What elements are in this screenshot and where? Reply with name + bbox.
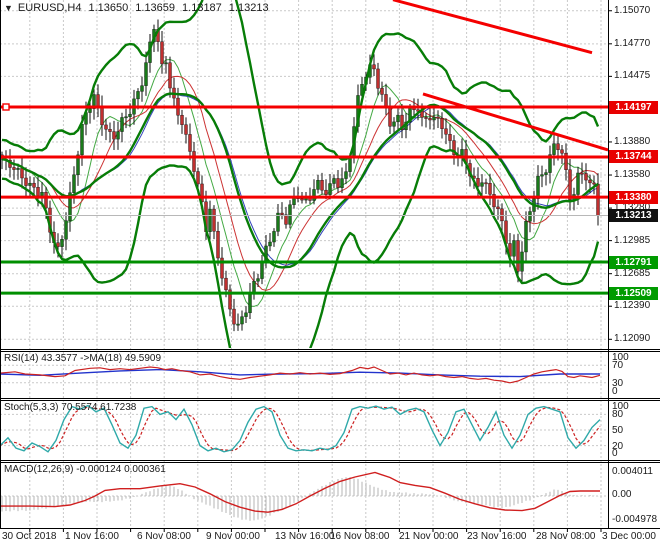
stoch-scale-label: 0 — [612, 448, 618, 459]
support-price-badge: 1.12509 — [609, 286, 658, 300]
time-axis-label: 13 Nov 16:00 — [275, 531, 335, 542]
ohlc-low: 1.13187 — [182, 2, 222, 14]
symbol-timeframe-label: EURUSD,H4 — [17, 2, 82, 14]
rsi-scale-label: 70 — [612, 360, 624, 372]
price-axis-label: 1.14770 — [614, 37, 651, 49]
time-axis-label: 3 Dec 00:00 — [602, 531, 656, 542]
bid-price-badge: 1.13213 — [609, 208, 658, 222]
stoch-scale-label: 50 — [612, 425, 624, 436]
macd-scale-label: 0.00 — [612, 489, 632, 500]
ohlc-close: 1.13213 — [228, 2, 269, 14]
price-axis-label: 1.14475 — [614, 70, 651, 82]
line-anchor-handle[interactable] — [2, 103, 10, 111]
macd-scale-label: 0.004011 — [612, 466, 653, 477]
stoch-pane-label: Stoch(5,3,3) 70.5574 61.7238 — [4, 402, 137, 413]
resistance-price-badge: 1.14197 — [609, 100, 658, 114]
rsi-scale-label: 0 — [612, 386, 618, 397]
chart-window: ▼ EURUSD,H4 1.13650 1.13659 1.13187 1.13213 R… — [0, 0, 660, 550]
time-axis-label: 28 Nov 08:00 — [536, 531, 596, 542]
time-axis-label: 1 Nov 16:00 — [65, 531, 119, 542]
price-axis-label: 1.12390 — [614, 300, 651, 312]
price-axis-label: 1.12985 — [614, 234, 651, 246]
support-price-badge: 1.12791 — [609, 255, 658, 269]
chart-header: ▼ EURUSD,H4 1.13650 1.13659 1.13187 1.13213 — [4, 2, 269, 14]
time-axis-label: 6 Nov 08:00 — [137, 531, 191, 542]
price-axis-label: 1.13580 — [614, 169, 651, 181]
rsi-pane-label: RSI(14) 43.3577 ->MA(18) 49.5909 — [4, 353, 162, 364]
price-axis-label: 1.13880 — [614, 135, 651, 147]
time-axis-label: 21 Nov 00:00 — [399, 531, 459, 542]
time-axis-label: 16 Nov 08:00 — [330, 531, 390, 542]
stoch-scale-label: 80 — [612, 409, 624, 421]
time-axis-label: 23 Nov 16:00 — [467, 531, 527, 542]
chart-dropdown-icon[interactable]: ▼ — [4, 3, 13, 13]
price-axis-label: 1.12685 — [614, 267, 651, 279]
resistance-price-badge: 1.13744 — [609, 150, 658, 164]
price-axis-label: 1.12090 — [614, 333, 651, 345]
macd-pane-label: MACD(12,26,9) -0.000124 0.000361 — [4, 464, 166, 475]
time-axis-label: 9 Nov 00:00 — [206, 531, 260, 542]
ohlc-high: 1.13659 — [135, 2, 176, 14]
time-axis-label: 30 Oct 2018 — [2, 531, 57, 542]
price-axis-label: 1.15070 — [614, 4, 651, 16]
ohlc-open: 1.13650 — [88, 2, 129, 14]
macd-scale-label: -0.004978 — [612, 514, 658, 525]
resistance-price-badge: 1.13380 — [609, 190, 658, 204]
